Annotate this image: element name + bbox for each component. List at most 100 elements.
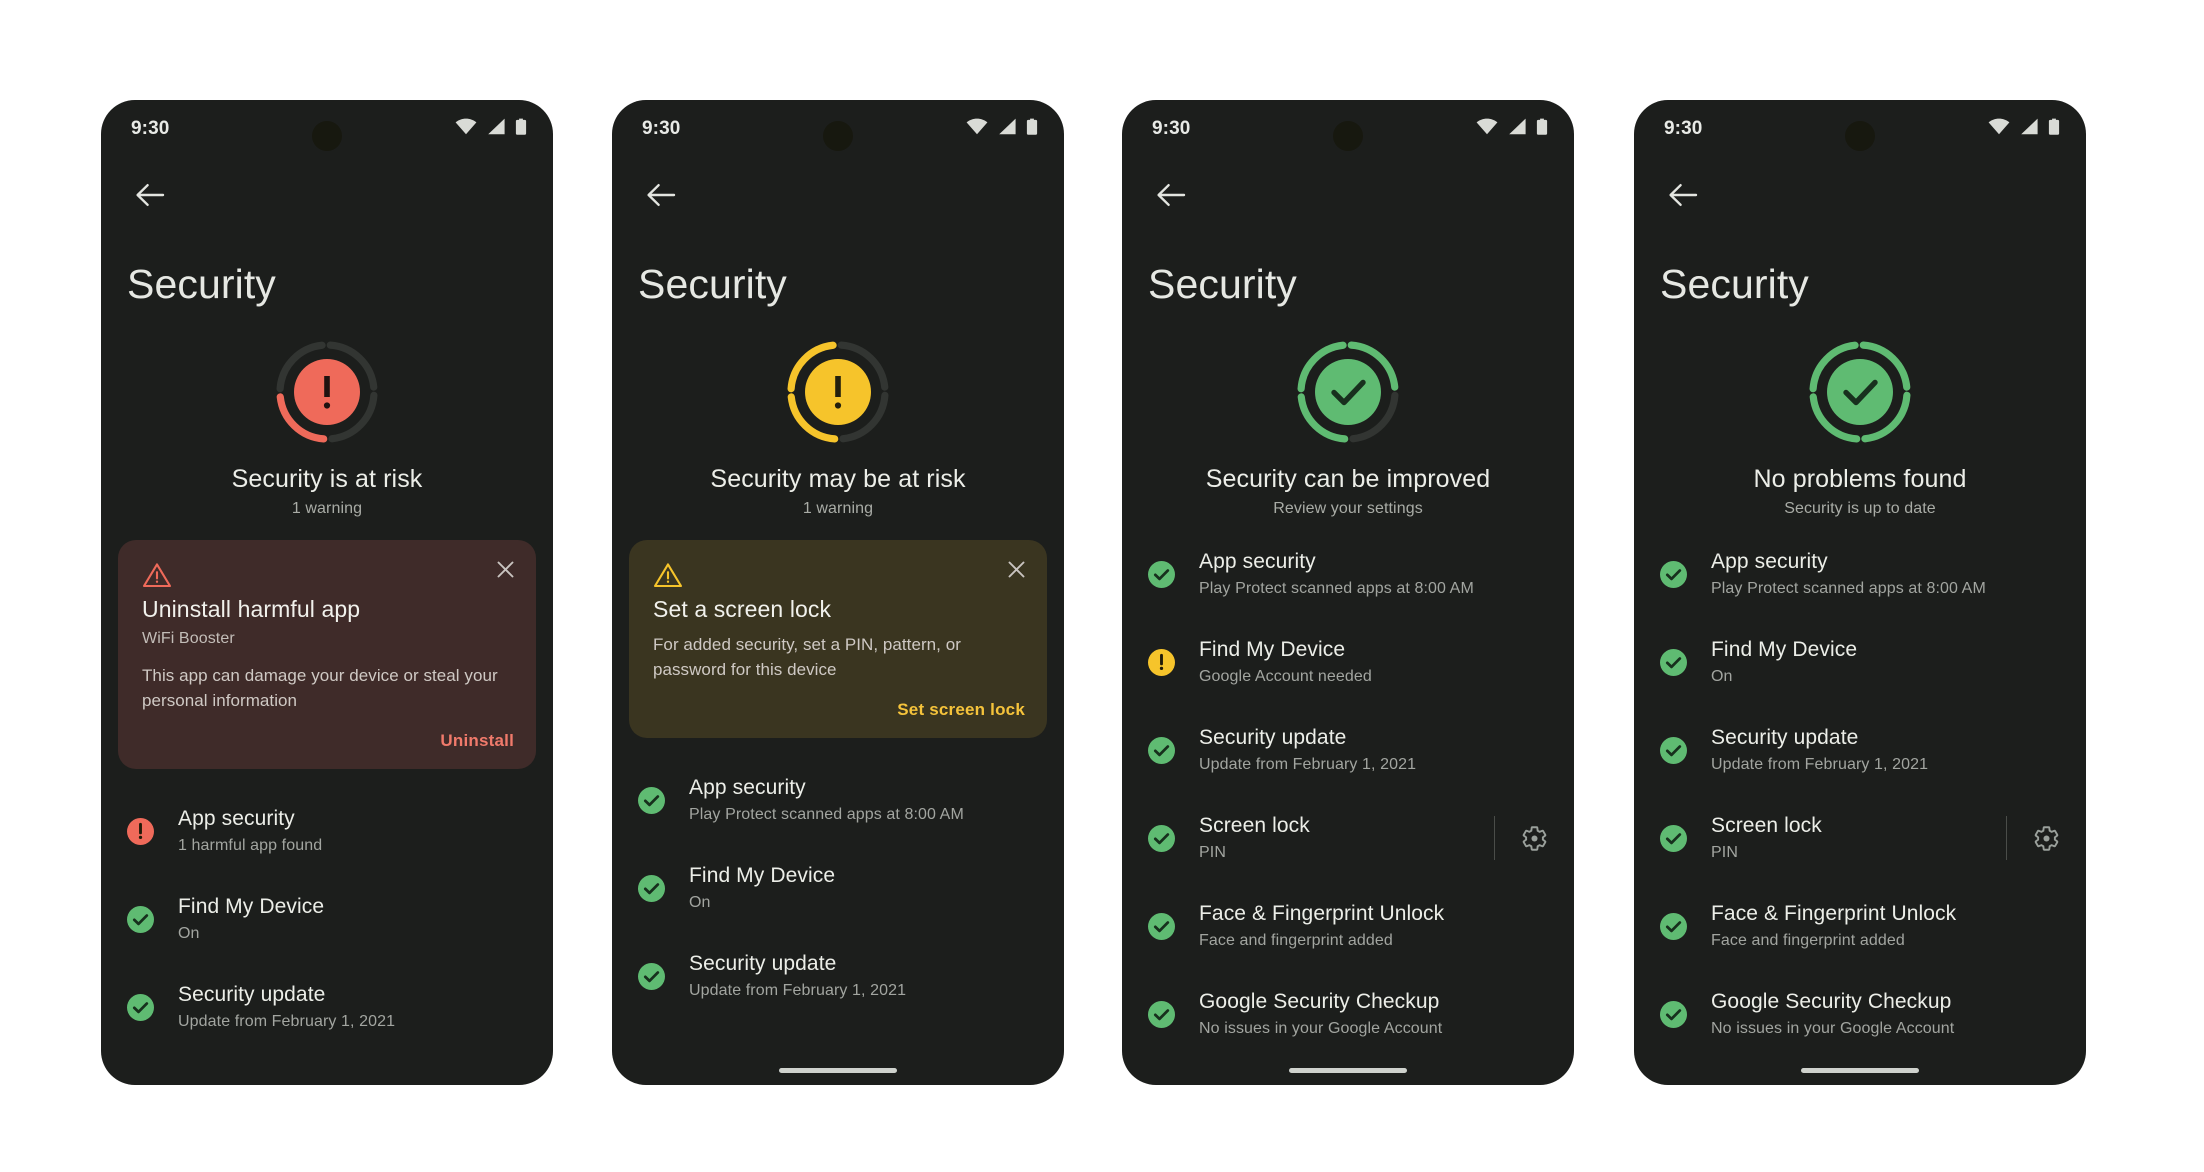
list-item-subtitle: On: [178, 925, 200, 943]
warning-triangle-icon: [653, 562, 683, 588]
list-item-title: Find My Device: [1199, 637, 1346, 661]
nav-bar: Back: [612, 158, 1064, 232]
security-status-subtitle: 1 warning: [291, 500, 363, 517]
list-item-text: App security Play Protect scanned apps at…: [1199, 549, 1554, 599]
list-item-subtitle: Update from February 1, 2021: [689, 982, 907, 1000]
home-indicator[interactable]: [779, 1068, 897, 1073]
security-status-hero: Security is at risk 1 warning: [101, 335, 553, 518]
security-status-title: Security may be at risk: [710, 465, 966, 493]
list-item-text: App security Play Protect scanned apps at…: [689, 775, 1044, 825]
back-button[interactable]: Back: [1660, 172, 1706, 218]
list-item[interactable]: Security update Update from February 1, 2…: [1660, 706, 2086, 794]
home-indicator[interactable]: [1289, 1068, 1407, 1073]
check-badge-icon: [1660, 736, 1687, 764]
status-bar-icons: [1988, 118, 2060, 141]
list-item-subtitle: PIN: [1199, 844, 1226, 862]
list-item[interactable]: App security Play Protect scanned apps at…: [1148, 530, 1574, 618]
list-item-text: Find My Device On: [178, 894, 533, 944]
gear-icon[interactable]: [2033, 825, 2060, 852]
alert-card-action-button[interactable]: Uninstall: [142, 731, 514, 751]
list-item[interactable]: Face & Fingerprint Unlock Face and finger…: [1660, 882, 2086, 970]
list-item[interactable]: Screen lock PIN: [1148, 794, 1574, 882]
list-item-subtitle: On: [1711, 668, 1733, 686]
list-item-title: Screen lock: [1711, 813, 1822, 837]
list-item-subtitle: Play Protect scanned apps at 8:00 AM: [1199, 580, 1474, 598]
status-bar-clock: 9:30: [642, 118, 681, 139]
phone-at-risk: 9:30 Back Security Security is at risk 1 war…: [101, 100, 553, 1085]
list-item[interactable]: Find My Device On: [127, 875, 553, 963]
list-item-title: Security update: [178, 983, 326, 1007]
list-item-subtitle: On: [689, 894, 711, 912]
list-item-text: Screen lock PIN: [1199, 813, 1494, 863]
warning-triangle-icon: [142, 562, 172, 588]
check-badge-icon: [1660, 824, 1687, 852]
list-item[interactable]: Find My Device Google Account needed: [1148, 618, 1574, 706]
list-item-title: Security update: [1711, 725, 1859, 749]
list-item-title: Security update: [1199, 725, 1347, 749]
list-item[interactable]: App security Play Protect scanned apps at…: [1660, 530, 2086, 618]
list-item-text: Security update Update from February 1, 2…: [1711, 725, 2066, 775]
security-status-title: No problems found: [1753, 465, 1967, 493]
security-status-subtitle: Security is up to date: [1784, 500, 1936, 517]
security-status-hero: Security can be improved Review your sett…: [1122, 335, 1574, 518]
phone-no-problems: 9:30 Back Security No problems found Securit…: [1634, 100, 2086, 1085]
cellular-signal-icon: [997, 118, 1017, 140]
status-bar: 9:30: [1122, 100, 1574, 158]
battery-icon: [2048, 118, 2060, 141]
list-item-subtitle: No issues in your Google Account: [1199, 1020, 1443, 1038]
list-item[interactable]: App security Play Protect scanned apps at…: [638, 756, 1064, 844]
alert-card-action-button[interactable]: Set screen lock: [653, 700, 1025, 720]
security-score-ring: [270, 335, 384, 449]
check-badge-icon: [1660, 912, 1687, 940]
close-icon[interactable]: Close: [1003, 556, 1029, 582]
front-camera-punch-hole: [312, 121, 342, 151]
home-indicator[interactable]: [1801, 1068, 1919, 1073]
list-item-text: Security update Update from February 1, 2…: [1199, 725, 1554, 775]
status-bar-icons: [1476, 118, 1548, 141]
list-item[interactable]: Security update Update from February 1, 2…: [127, 963, 553, 1051]
list-item[interactable]: Face & Fingerprint Unlock Face and finger…: [1148, 882, 1574, 970]
list-item-text: Screen lock PIN: [1711, 813, 2006, 863]
gear-icon[interactable]: [1521, 825, 1548, 852]
list-item[interactable]: Security update Update from February 1, 2…: [638, 932, 1064, 1020]
list-item[interactable]: Google Security Checkup No issues in your…: [1660, 970, 2086, 1058]
check-badge-icon: [1148, 560, 1175, 588]
list-item-title: Find My Device: [1711, 637, 1858, 661]
list-item-subtitle: Google Account needed: [1199, 668, 1372, 686]
check-badge-icon: [127, 905, 154, 933]
page-title: Security: [1148, 261, 1297, 307]
list-item[interactable]: Find My Device On: [1660, 618, 2086, 706]
list-item-text: Google Security Checkup No issues in your…: [1199, 989, 1554, 1039]
close-icon[interactable]: Close: [492, 556, 518, 582]
list-item-subtitle: Update from February 1, 2021: [1199, 756, 1417, 774]
back-button[interactable]: Back: [127, 172, 173, 218]
security-settings-list: App security 1 harmful app found Find My D…: [101, 787, 553, 1051]
list-item-text: Security update Update from February 1, 2…: [689, 951, 1044, 1001]
list-item[interactable]: Find My Device On: [638, 844, 1064, 932]
check-badge-icon: [638, 874, 665, 902]
security-status-hero: Security may be at risk 1 warning: [612, 335, 1064, 518]
check-badge-icon: [127, 993, 154, 1021]
wifi-icon: [966, 118, 988, 140]
alert-card[interactable]: Close Set a screen lock For added security…: [629, 540, 1047, 739]
status-bar-clock: 9:30: [1664, 118, 1703, 139]
back-button[interactable]: Back: [1148, 172, 1194, 218]
alert-card[interactable]: Close Uninstall harmful app WiFi Booster Th…: [118, 540, 536, 770]
list-item[interactable]: Security update Update from February 1, 2…: [1148, 706, 1574, 794]
status-bar-clock: 9:30: [1152, 118, 1191, 139]
list-item-text: Google Security Checkup No issues in your…: [1711, 989, 2066, 1039]
list-item-title: Find My Device: [689, 864, 836, 888]
list-item-subtitle: Update from February 1, 2021: [178, 1013, 396, 1031]
back-button[interactable]: Back: [638, 172, 684, 218]
list-item-text: Find My Device On: [689, 863, 1044, 913]
nav-bar: Back: [1122, 158, 1574, 232]
list-item-subtitle: No issues in your Google Account: [1711, 1020, 1955, 1038]
list-item[interactable]: App security 1 harmful app found: [127, 787, 553, 875]
check-badge-icon: [1660, 648, 1687, 676]
list-item[interactable]: Google Security Checkup No issues in your…: [1148, 970, 1574, 1058]
list-item[interactable]: Screen lock PIN: [1660, 794, 2086, 882]
list-item-text: App security 1 harmful app found: [178, 806, 533, 856]
list-item-divider: [1494, 816, 1495, 860]
security-status-title: Security is at risk: [231, 465, 423, 493]
list-item-subtitle: Face and fingerprint added: [1711, 932, 1905, 950]
